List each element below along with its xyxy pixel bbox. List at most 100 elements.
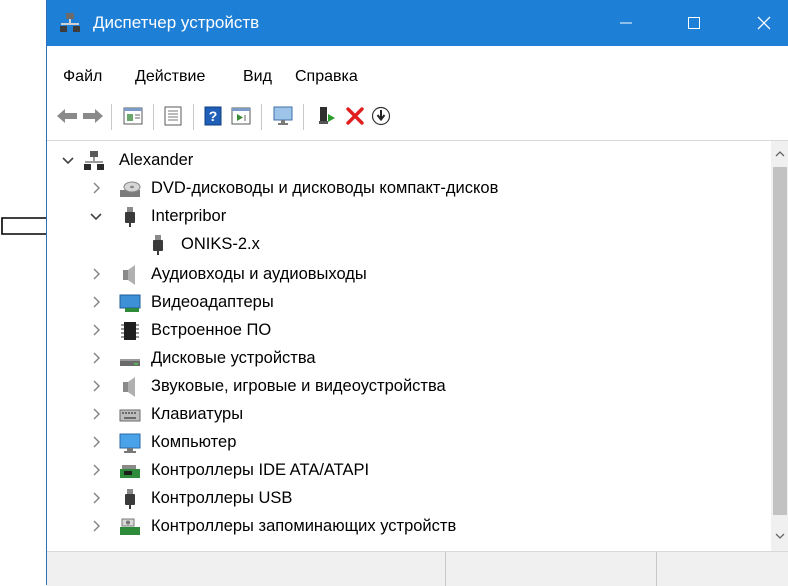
toolbar-separator (153, 104, 154, 130)
tree-item-label: Дисковые устройства (151, 349, 316, 367)
tree-root[interactable]: Alexander (47, 147, 771, 175)
chevron-right-icon[interactable] (87, 405, 105, 423)
tree-item-storage-controllers[interactable]: Контроллеры запоминающих устройств (47, 513, 771, 541)
chevron-down-icon (775, 533, 785, 539)
forward-icon (83, 109, 103, 123)
help-button[interactable]: ? (199, 102, 227, 130)
speaker-icon (123, 265, 135, 285)
monitor-icon (119, 433, 141, 453)
forward-button[interactable] (79, 102, 107, 130)
tree-item-label: Контроллеры USB (151, 489, 293, 507)
chevron-right-icon[interactable] (87, 377, 105, 395)
chevron-right-icon[interactable] (87, 179, 105, 197)
scan-hardware-icon (273, 106, 293, 125)
tree-item-label: DVD-дисководы и дисководы компакт-дисков (151, 179, 499, 197)
scroll-up-button[interactable] (771, 145, 788, 163)
back-icon (57, 109, 77, 123)
tree-item-label: Контроллеры IDE ATA/ATAPI (151, 461, 370, 479)
run-action-button[interactable] (227, 102, 255, 130)
firmware-chip-icon (121, 322, 139, 340)
chevron-right-icon[interactable] (87, 349, 105, 367)
uninstall-button[interactable] (341, 102, 369, 130)
tree-item-label: Встроенное ПО (151, 321, 272, 339)
svg-text:?: ? (209, 108, 218, 124)
keyboard-icon (119, 409, 141, 422)
usb-plug-icon (153, 235, 163, 255)
chevron-up-icon (775, 151, 785, 157)
tree-item-audio-io[interactable]: Аудиовходы и аудиовыходы (47, 261, 771, 289)
chevron-right-icon[interactable] (87, 489, 105, 507)
scrollbar-thumb[interactable] (773, 167, 787, 515)
scroll-down-button[interactable] (771, 527, 788, 545)
run-action-icon (231, 107, 251, 125)
tree-item-label: Аудиовходы и аудиовыходы (151, 265, 367, 283)
tree-item-firmware[interactable]: Встроенное ПО (47, 317, 771, 345)
computer-root-icon (84, 151, 104, 170)
minimize-button[interactable] (603, 0, 649, 46)
toolbar-separator (261, 104, 262, 130)
tree-item-interpribor[interactable]: Interpribor (47, 203, 771, 231)
menu-bar: Файл Действие Вид Справка (47, 46, 788, 85)
disable-device-button[interactable] (367, 102, 395, 130)
usb-plug-icon (125, 489, 135, 509)
title-bar[interactable]: Диспетчер устройств (47, 0, 788, 46)
menu-file[interactable]: Файл (63, 68, 102, 86)
status-bar (47, 551, 788, 586)
properties-button[interactable] (119, 102, 147, 130)
chevron-right-icon[interactable] (87, 517, 105, 535)
device-manager-window: Диспетчер устройств Файл Действие Вид Сп… (46, 0, 788, 586)
close-button[interactable] (741, 0, 787, 46)
status-pane (446, 552, 657, 586)
tree-item-keyboards[interactable]: Клавиатуры (47, 401, 771, 429)
maximize-button[interactable] (671, 0, 717, 46)
tree-item-label: Компьютер (151, 433, 237, 451)
show-hidden-icon (164, 106, 182, 126)
chevron-right-icon[interactable] (87, 265, 105, 283)
tree-item-display-adapters[interactable]: Видеоадаптеры (47, 289, 771, 317)
tree-item-computer[interactable]: Компьютер (47, 429, 771, 457)
toolbar-separator (193, 104, 194, 130)
chevron-right-icon[interactable] (87, 433, 105, 451)
update-driver-button[interactable] (313, 102, 341, 130)
tree-item-oniks[interactable]: ONIKS-2.x (47, 231, 771, 259)
toolbar-separator (111, 104, 112, 130)
toolbar: ? (47, 96, 788, 141)
tree-root-label: Alexander (119, 151, 194, 169)
uninstall-icon (346, 107, 364, 125)
tree-item-label: Interpribor (151, 207, 227, 225)
tree-item-label: Видеоадаптеры (151, 293, 274, 311)
menu-help[interactable]: Справка (295, 68, 358, 86)
usb-plug-icon (125, 207, 135, 227)
menu-view[interactable]: Вид (243, 68, 272, 86)
back-button[interactable] (53, 102, 81, 130)
properties-icon (123, 107, 143, 125)
device-tree: Alexander DVD-дисководы и дисководы комп… (47, 141, 771, 551)
tree-item-sound-devices[interactable]: Звуковые, игровые и видеоустройства (47, 373, 771, 401)
chevron-right-icon[interactable] (87, 293, 105, 311)
scan-hardware-button[interactable] (269, 102, 297, 130)
disable-device-icon (371, 106, 391, 126)
tree-item-ide[interactable]: Контроллеры IDE ATA/ATAPI (47, 457, 771, 485)
window-title: Диспетчер устройств (93, 13, 260, 32)
minimize-icon (620, 22, 632, 24)
tree-item-label: Клавиатуры (151, 405, 244, 423)
tree-item-dvd[interactable]: DVD-дисководы и дисководы компакт-дисков (47, 175, 771, 203)
status-pane (47, 552, 446, 586)
chevron-right-icon[interactable] (87, 321, 105, 339)
tree-item-disk-drives[interactable]: Дисковые устройства (47, 345, 771, 373)
display-adapter-icon (119, 294, 141, 312)
tree-item-usb-controllers[interactable]: Контроллеры USB (47, 485, 771, 513)
device-manager-icon (60, 13, 80, 32)
show-hidden-button[interactable] (159, 102, 187, 130)
chevron-down-icon[interactable] (87, 207, 105, 225)
toolbar-separator (303, 104, 304, 130)
menu-action[interactable]: Действие (135, 68, 205, 86)
chevron-down-icon[interactable] (59, 151, 77, 169)
help-icon: ? (204, 106, 222, 126)
vertical-scrollbar[interactable] (771, 141, 788, 551)
chevron-right-icon[interactable] (87, 461, 105, 479)
ide-controller-icon (120, 465, 140, 478)
disk-drive-icon (120, 359, 140, 366)
maximize-icon (688, 17, 700, 29)
tree-item-label: ONIKS-2.x (181, 235, 260, 254)
